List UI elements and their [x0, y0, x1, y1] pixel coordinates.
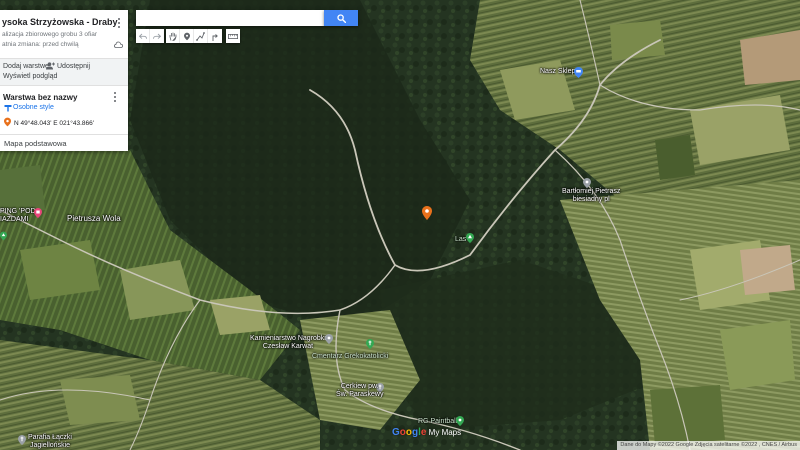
label-bartlomiej[interactable]: Bartłomiej Pietrasz biesiadny pl [562, 188, 620, 203]
individual-styles-link[interactable]: Osobne style [13, 104, 54, 111]
marker-icon [4, 117, 11, 127]
search-icon [336, 13, 346, 23]
add-person-icon [46, 62, 55, 70]
map-attribution[interactable]: Dane do Mapy ©2022 Google Zdjęcia sateli… [617, 441, 800, 450]
label-kamieniarstwo-line1: Kamieniarstwo Nagrobki [250, 335, 326, 342]
label-pietrusza-wola[interactable]: Pietrusza Wola [67, 214, 121, 224]
last-change-status: atnia zmiana: przed chwilą [2, 41, 79, 48]
placemark-marker-icon[interactable] [422, 206, 432, 220]
label-rg-paintball[interactable]: RG Paintball [418, 418, 457, 426]
layer-options-menu-icon[interactable] [112, 92, 118, 102]
label-kamieniarstwo-line2: Czesław Karwat [262, 342, 314, 350]
measure-button[interactable] [226, 29, 240, 43]
undo-icon [138, 33, 147, 39]
label-parafia[interactable]: Parafia Łączki Jagiellońskie [28, 434, 72, 449]
paintball-poi-icon[interactable] [456, 416, 464, 426]
shopping-cart-icon[interactable] [574, 67, 583, 78]
map-legend-panel: ysoka Strzyżowska - Draby alizacja zbior… [0, 10, 128, 151]
label-cerkiew-line2: Św. Paraskewy [336, 390, 384, 398]
route-icon [212, 33, 218, 41]
label-cerkiew-line1: Cerkiew pw. [340, 383, 379, 390]
label-cerkiew[interactable]: Cerkiew pw. Św. Paraskewy [336, 383, 383, 398]
label-camping[interactable]: PING 'POD IAZDAMI [0, 208, 36, 223]
measure-toolbar [226, 29, 240, 43]
label-las[interactable]: Las [455, 236, 466, 244]
poi-grey-icon[interactable] [583, 178, 591, 188]
map-description: alizacja zbiorowego grobu 3 ofiar [2, 31, 98, 38]
label-parafia-line2: Jagiellońskie [29, 441, 71, 449]
redo-icon [153, 33, 161, 39]
history-toolbar [136, 29, 164, 43]
poi-grey-icon[interactable] [325, 334, 333, 344]
search-button[interactable] [324, 10, 358, 26]
base-map-toggle[interactable]: Mapa podstawowa [0, 134, 128, 151]
ruler-icon [228, 33, 238, 39]
google-my-maps-logo: Google My Maps [392, 427, 462, 438]
preview-button[interactable]: Wyświetl podgląd [3, 73, 57, 80]
map-title[interactable]: ysoka Strzyżowska - Draby [2, 17, 118, 27]
tree-poi-icon[interactable] [466, 233, 474, 243]
add-layer-button[interactable]: Dodaj warstwę [3, 63, 49, 70]
draw-line-button[interactable] [194, 29, 208, 43]
label-nasz-sklep[interactable]: Nasz Sklep [540, 68, 575, 76]
field [740, 245, 795, 295]
cemetery-poi-icon[interactable] [366, 339, 374, 349]
field [20, 240, 100, 300]
camping-poi-icon[interactable] [34, 208, 42, 218]
tree-poi-icon[interactable] [0, 231, 7, 241]
label-camping-line1: PING 'POD [0, 208, 36, 215]
label-cmentarz[interactable]: Cmentarz Grekokatolicki [312, 353, 388, 361]
field [720, 320, 795, 390]
label-parafia-line1: Parafia Łączki [28, 434, 72, 441]
add-directions-button[interactable] [208, 29, 222, 43]
redo-button[interactable] [150, 29, 164, 43]
select-tool-button[interactable] [166, 29, 180, 43]
share-button[interactable]: Udostępnij [57, 63, 90, 70]
tools-toolbar [166, 29, 222, 43]
field [610, 20, 665, 60]
label-bartlomiej-line2: biesiadny pl [572, 195, 610, 203]
style-icon [4, 105, 12, 112]
add-marker-button[interactable] [180, 29, 194, 43]
placemark-item[interactable]: N 49°48.043' E 021°43.866' [14, 120, 94, 127]
church-poi-icon[interactable] [18, 435, 26, 445]
hand-icon [169, 32, 176, 41]
cloud-icon [114, 41, 123, 48]
label-bartlomiej-line1: Bartłomiej Pietrasz [562, 188, 621, 195]
undo-button[interactable] [136, 29, 150, 43]
map-options-menu-icon[interactable] [116, 18, 122, 28]
field [210, 295, 270, 335]
label-kamieniarstwo[interactable]: Kamieniarstwo Nagrobki Czesław Karwat [250, 335, 326, 350]
field [655, 135, 695, 180]
line-icon [196, 31, 205, 41]
marker-icon [183, 32, 190, 40]
layer-title[interactable]: Warstwa bez nazwy [3, 93, 77, 102]
field [60, 375, 140, 425]
search-input[interactable] [136, 10, 324, 26]
label-camping-line2: IAZDAMI [0, 215, 29, 223]
